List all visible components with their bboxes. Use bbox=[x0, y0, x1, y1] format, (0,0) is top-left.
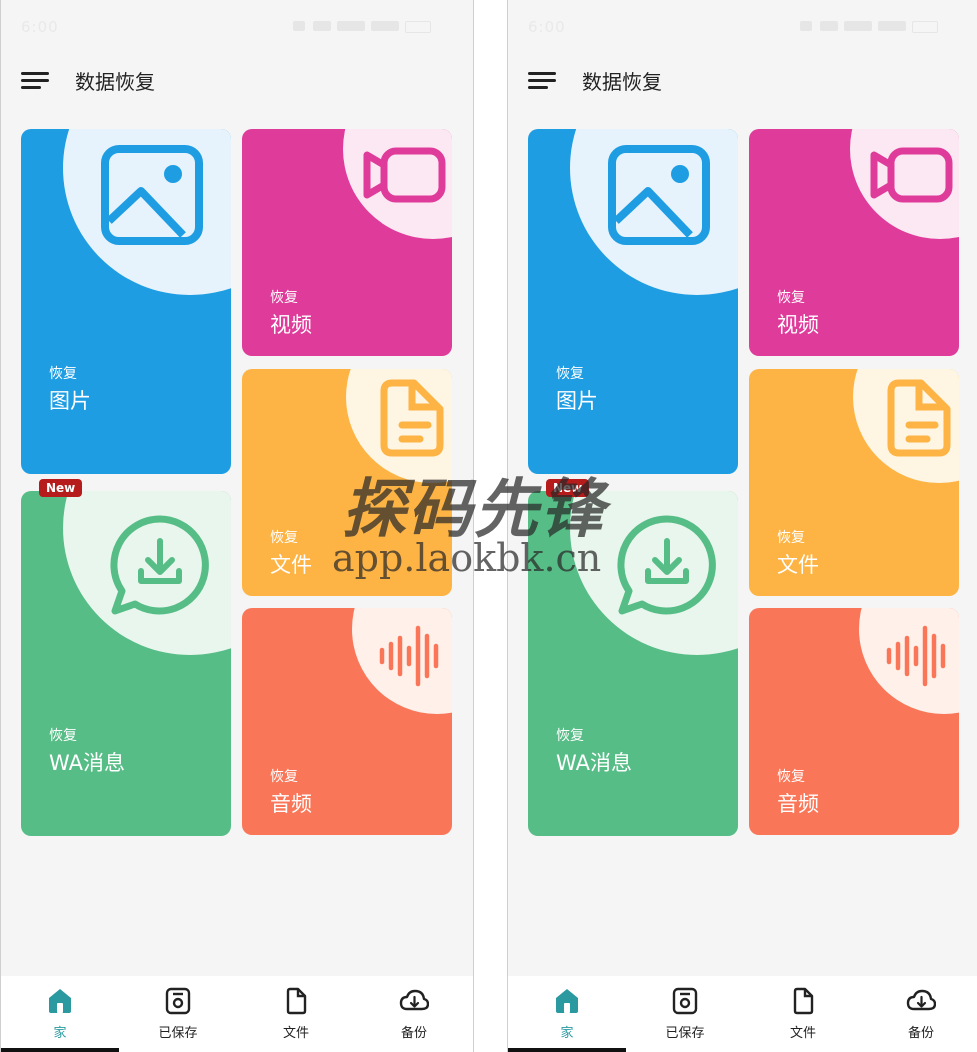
page-title: 数据恢复 bbox=[582, 70, 662, 94]
file-icon bbox=[286, 987, 307, 1015]
card-photos-action: 恢复 bbox=[49, 366, 77, 382]
video-camera-icon bbox=[363, 147, 446, 203]
card-photos-action: 恢复 bbox=[556, 366, 584, 382]
nav-backup[interactable]: 备份 bbox=[355, 986, 473, 1041]
saved-icon bbox=[165, 987, 191, 1015]
phone-screen-left: 6:00 数据恢复 恢复 图片 恢复 视频 恢复 文件 恢复 WA消息 New … bbox=[0, 0, 474, 1052]
nav-saved[interactable]: 已保存 bbox=[119, 986, 237, 1041]
audio-wave-icon bbox=[379, 625, 439, 687]
new-badge: New bbox=[546, 479, 590, 497]
card-files-label: 文件 bbox=[777, 553, 819, 577]
document-icon bbox=[887, 379, 951, 457]
saved-icon bbox=[672, 987, 698, 1015]
nav-backup[interactable]: 备份 bbox=[862, 986, 977, 1041]
card-wa-label: WA消息 bbox=[49, 751, 125, 775]
card-audio-action: 恢复 bbox=[777, 769, 805, 785]
card-photos-label: 图片 bbox=[556, 389, 598, 413]
nav-home[interactable]: 家 bbox=[1, 986, 119, 1041]
card-video-label: 视频 bbox=[270, 313, 312, 337]
nav-files[interactable]: 文件 bbox=[237, 986, 355, 1041]
card-files-label: 文件 bbox=[270, 553, 312, 577]
card-audio[interactable]: 恢复 音频 bbox=[749, 608, 959, 835]
card-wa-action: 恢复 bbox=[556, 728, 584, 744]
card-files-action: 恢复 bbox=[270, 530, 298, 546]
status-time: 6:00 bbox=[21, 18, 59, 36]
status-time: 6:00 bbox=[528, 18, 566, 36]
image-icon bbox=[608, 145, 710, 245]
card-video-action: 恢复 bbox=[270, 290, 298, 306]
home-icon bbox=[556, 989, 578, 1013]
nav-files[interactable]: 文件 bbox=[744, 986, 862, 1041]
status-bar: 6:00 bbox=[508, 0, 977, 56]
home-icon bbox=[49, 989, 71, 1013]
card-video-action: 恢复 bbox=[777, 290, 805, 306]
file-icon bbox=[793, 987, 814, 1015]
image-icon bbox=[101, 145, 203, 245]
card-audio-label: 音频 bbox=[270, 792, 312, 816]
card-video[interactable]: 恢复 视频 bbox=[749, 129, 959, 356]
card-video[interactable]: 恢复 视频 bbox=[242, 129, 452, 356]
card-photos[interactable]: 恢复 图片 bbox=[528, 129, 738, 474]
status-bar: 6:00 bbox=[1, 0, 473, 56]
card-audio[interactable]: 恢复 音频 bbox=[242, 608, 452, 835]
card-wa-messages[interactable]: 恢复 WA消息 bbox=[21, 491, 231, 836]
card-wa-label: WA消息 bbox=[556, 751, 632, 775]
whatsapp-download-icon bbox=[110, 515, 209, 615]
card-photos[interactable]: 恢复 图片 bbox=[21, 129, 231, 474]
bottom-nav: 家 已保存 文件 备份 bbox=[1, 976, 473, 1052]
menu-icon[interactable] bbox=[528, 72, 556, 90]
page-title: 数据恢复 bbox=[75, 70, 155, 94]
card-files[interactable]: 恢复 文件 bbox=[749, 369, 959, 596]
cloud-backup-icon bbox=[399, 989, 429, 1011]
menu-icon[interactable] bbox=[21, 72, 49, 90]
card-wa-messages[interactable]: 恢复 WA消息 bbox=[528, 491, 738, 836]
app-bar: 数据恢复 bbox=[508, 56, 977, 106]
card-files[interactable]: 恢复 文件 bbox=[242, 369, 452, 596]
card-wa-action: 恢复 bbox=[49, 728, 77, 744]
card-photos-label: 图片 bbox=[49, 389, 91, 413]
active-tab-indicator bbox=[1, 1048, 119, 1052]
cloud-backup-icon bbox=[906, 989, 936, 1011]
whatsapp-download-icon bbox=[617, 515, 716, 615]
nav-saved[interactable]: 已保存 bbox=[626, 986, 744, 1041]
video-camera-icon bbox=[870, 147, 953, 203]
status-icons bbox=[293, 18, 443, 34]
app-bar: 数据恢复 bbox=[1, 56, 473, 106]
audio-wave-icon bbox=[886, 625, 946, 687]
card-audio-action: 恢复 bbox=[270, 769, 298, 785]
phone-screen-right: 6:00 数据恢复 恢复 图片 恢复 视频 恢复 文件 恢复 WA消息 New … bbox=[507, 0, 977, 1052]
nav-home[interactable]: 家 bbox=[508, 986, 626, 1041]
card-audio-label: 音频 bbox=[777, 792, 819, 816]
document-icon bbox=[380, 379, 444, 457]
status-icons bbox=[800, 18, 950, 34]
bottom-nav: 家 已保存 文件 备份 bbox=[508, 976, 977, 1052]
card-files-action: 恢复 bbox=[777, 530, 805, 546]
card-video-label: 视频 bbox=[777, 313, 819, 337]
active-tab-indicator bbox=[508, 1048, 626, 1052]
new-badge: New bbox=[39, 479, 83, 497]
